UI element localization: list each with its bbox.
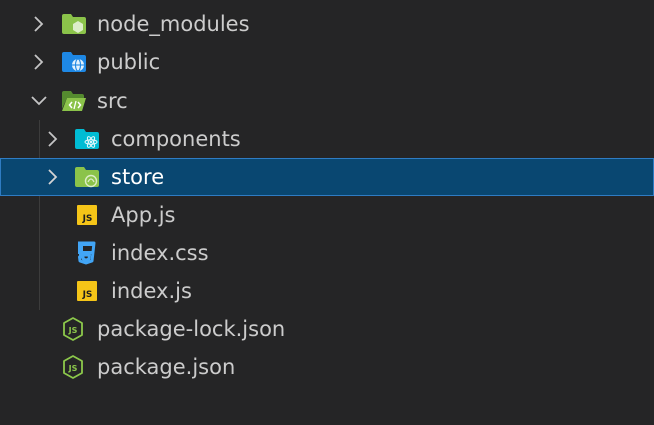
svg-text:JS: JS: [68, 364, 78, 373]
tree-item-label: src: [97, 89, 128, 113]
tree-item-label: package-lock.json: [97, 317, 286, 341]
tree-item-store[interactable]: store: [0, 158, 654, 196]
tree-item-label: components: [111, 127, 241, 151]
tree-item-label: node_modules: [97, 12, 250, 36]
public-folder-icon: [61, 43, 87, 81]
tree-item-components[interactable]: components: [0, 120, 654, 158]
tree-item-index-js[interactable]: JS index.js: [0, 272, 654, 310]
chevron-right-icon[interactable]: [46, 158, 60, 196]
store-folder-icon: [74, 158, 100, 196]
css-file-icon: [75, 234, 97, 272]
chevron-down-icon[interactable]: [30, 82, 48, 120]
tree-item-node-modules[interactable]: node_modules: [0, 5, 654, 43]
nodejs-file-icon: JS: [62, 310, 84, 348]
tree-item-label: index.js: [111, 279, 192, 303]
node-modules-folder-icon: [61, 5, 87, 43]
svg-text:JS: JS: [82, 290, 93, 300]
tree-item-label: public: [97, 50, 161, 74]
chevron-right-icon[interactable]: [46, 120, 60, 158]
components-folder-icon: [74, 120, 100, 158]
javascript-file-icon: JS: [77, 272, 97, 310]
tree-item-package-json[interactable]: JS package.json: [0, 348, 654, 386]
svg-text:JS: JS: [68, 326, 78, 335]
tree-item-index-css[interactable]: index.css: [0, 234, 654, 272]
tree-item-public[interactable]: public: [0, 43, 654, 81]
tree-item-package-lock-json[interactable]: JS package-lock.json: [0, 310, 654, 348]
src-folder-icon: [61, 82, 87, 120]
tree-item-label: index.css: [111, 241, 209, 265]
javascript-file-icon: JS: [77, 196, 97, 234]
tree-item-app-js[interactable]: JS App.js: [0, 196, 654, 234]
tree-item-label: store: [111, 165, 165, 189]
chevron-right-icon[interactable]: [32, 5, 46, 43]
tree-item-label: App.js: [111, 203, 176, 227]
tree-item-label: package.json: [97, 355, 236, 379]
chevron-right-icon[interactable]: [32, 43, 46, 81]
file-explorer-tree: node_modules public src components store…: [0, 0, 654, 425]
nodejs-file-icon: JS: [62, 348, 84, 386]
svg-text:JS: JS: [82, 214, 93, 224]
tree-item-src[interactable]: src: [0, 82, 654, 120]
